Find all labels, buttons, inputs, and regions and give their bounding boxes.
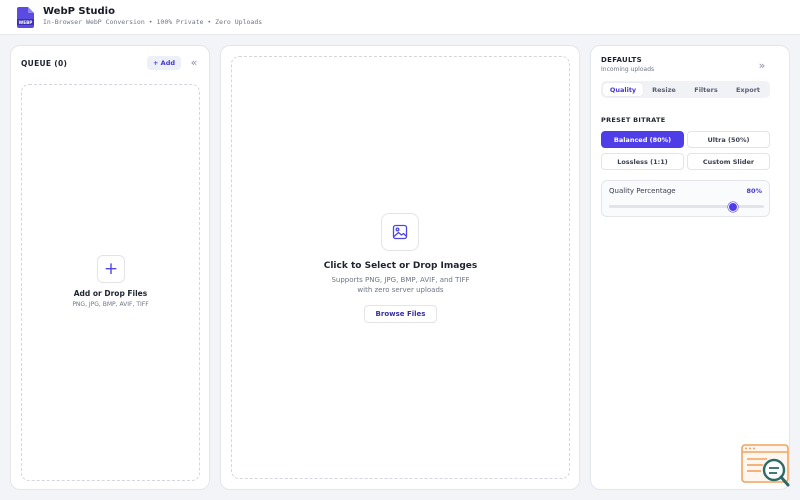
add-button[interactable]: + Add [147,56,181,70]
quality-slider-thumb[interactable] [728,201,738,212]
preset-balanced-button[interactable]: Balanced (80%) [601,131,684,148]
preset-bitrate-heading: PRESET BITRATE [601,116,666,124]
preset-ultra-button[interactable]: Ultra (50%) [687,131,770,148]
chevrons-right-icon[interactable]: » [755,58,769,74]
queue-panel: QUEUE (0) + Add « + Add or Drop Files PN… [10,45,210,490]
app-subtitle: In-Browser WebP Conversion • 100% Privat… [43,18,263,26]
browse-files-button[interactable]: Browse Files [364,305,437,323]
quality-value: 80% [746,187,762,195]
preset-lossless-button[interactable]: Lossless (1:1) [601,153,684,170]
defaults-subtitle: Incoming uploads [601,66,655,73]
webp-file-icon: WEBP [17,7,34,28]
tab-quality[interactable]: Quality [603,83,643,96]
search-code-icon[interactable] [741,444,791,488]
tab-resize[interactable]: Resize [644,83,684,96]
preset-custom-button[interactable]: Custom Slider [687,153,770,170]
quality-slider-fill [609,205,733,208]
logo-text: WEBP [19,20,33,25]
queue-drop-title: Add or Drop Files [73,289,148,298]
main-drop-zone[interactable]: Click to Select or Drop Images Supports … [231,56,570,479]
main-drop-subtitle-line1: Supports PNG, JPG, BMP, AVIF, and TIFF [331,276,470,284]
chevrons-left-icon[interactable]: « [187,55,201,71]
app-header: WEBP WebP Studio In-Browser WebP Convers… [0,0,800,35]
quality-card: Quality Percentage 80% [601,180,770,217]
defaults-title: DEFAULTS [601,56,642,64]
settings-tabs: Quality Resize Filters Export [601,81,770,98]
main-drop-subtitle-line2: with zero server uploads [357,286,444,294]
queue-drop-subtitle: PNG, JPG, BMP, AVIF, TIFF [72,301,149,308]
app-title: WebP Studio [43,6,115,17]
queue-title: QUEUE (0) [21,59,68,68]
queue-drop-zone[interactable]: + Add or Drop Files PNG, JPG, BMP, AVIF,… [21,84,200,481]
quality-slider[interactable] [609,201,764,212]
image-icon [381,213,419,251]
main-panel: Click to Select or Drop Images Supports … [220,45,580,490]
tab-export[interactable]: Export [728,83,768,96]
plus-icon[interactable]: + [97,255,125,283]
quality-label: Quality Percentage [609,187,676,195]
settings-panel: DEFAULTS Incoming uploads » Quality Resi… [590,45,790,490]
main-drop-title: Click to Select or Drop Images [323,261,478,271]
tab-filters[interactable]: Filters [686,83,726,96]
